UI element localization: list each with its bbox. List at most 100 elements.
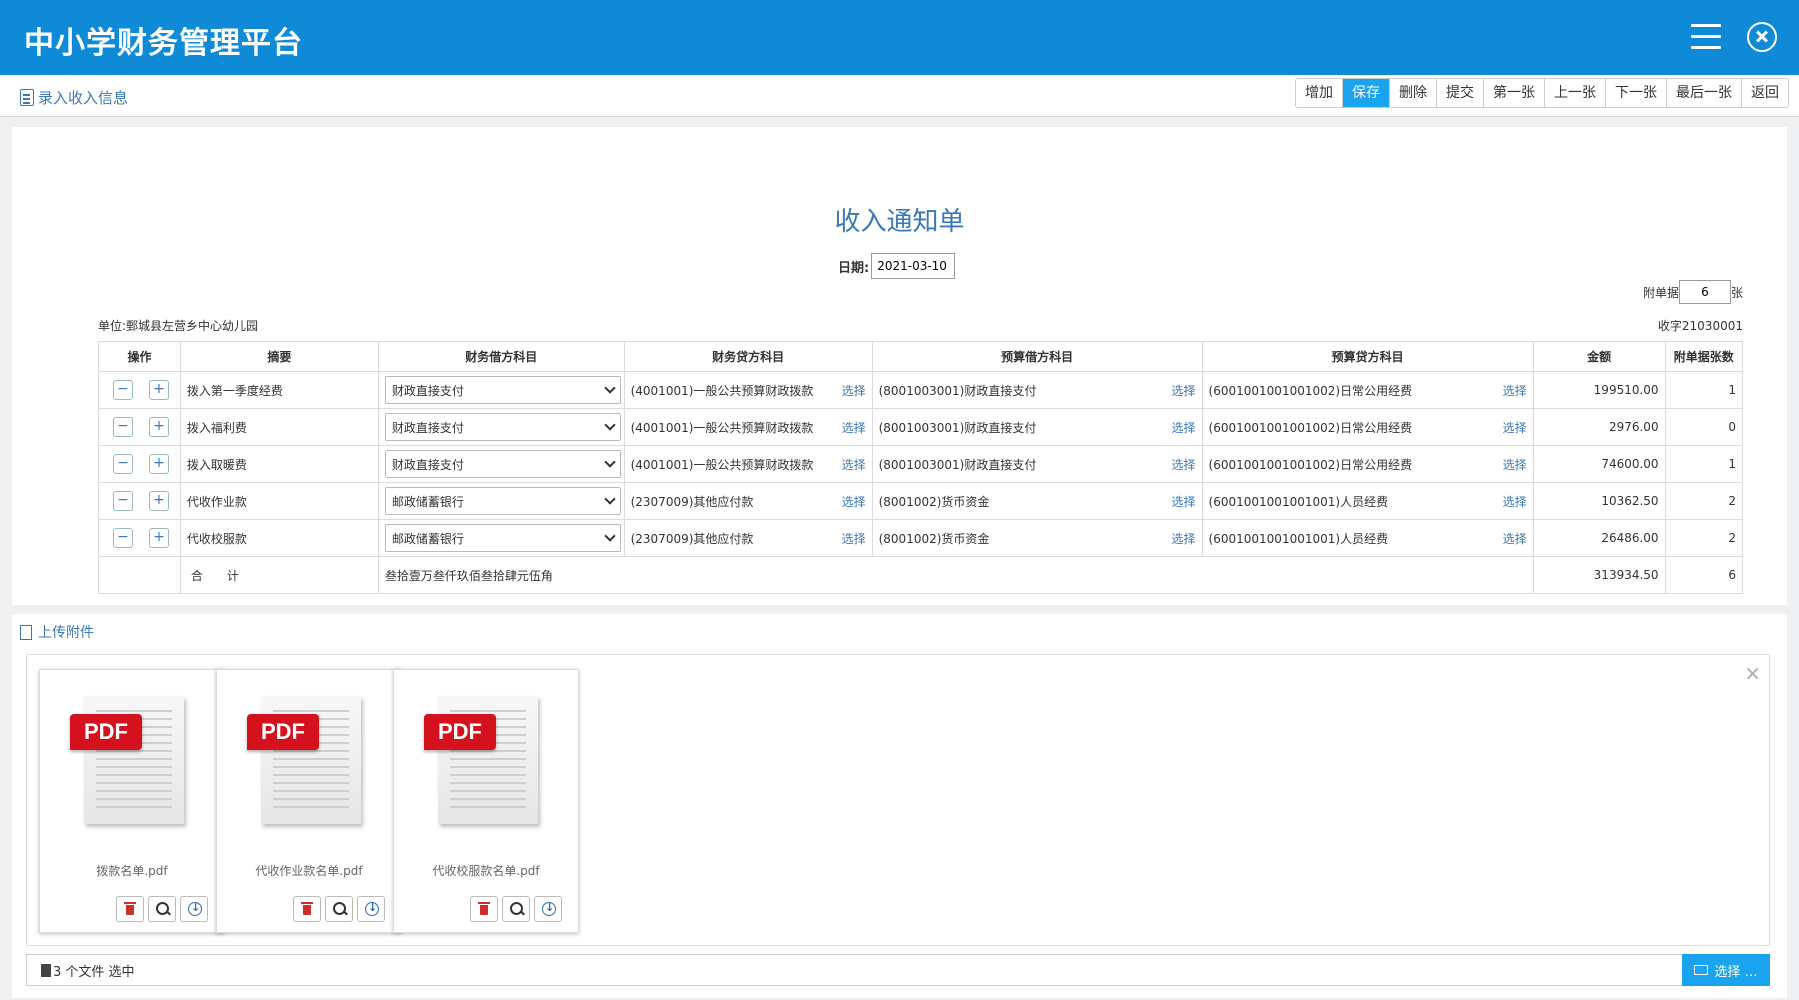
budget-debit-pick-link[interactable]: 选择 <box>1172 456 1196 473</box>
finance-debit-select[interactable]: 邮政储蓄银行 <box>384 524 621 552</box>
finance-credit-value: (2307009)其他应付款 <box>630 531 754 546</box>
toolbar-button-8[interactable]: 返回 <box>1742 79 1788 107</box>
browse-files-button[interactable]: 选择 … <box>1682 954 1770 986</box>
finance-credit-value: (4001001)一般公共预算财政拨款 <box>630 383 814 398</box>
add-row-button[interactable]: + <box>149 528 169 548</box>
finance-debit-value: 财政直接支付 <box>391 457 464 472</box>
summary-cell[interactable]: 拨入第一季度经费 <box>179 371 379 409</box>
remove-row-button[interactable]: − <box>113 491 133 511</box>
finance-credit-pick-link[interactable]: 选择 <box>842 382 866 399</box>
form-title: 收入通知单 <box>834 207 965 237</box>
table-header-row: 操作 摘要 财务借方科目 财务贷方科目 预算借方科目 预算贷方科目 金额 附单据… <box>98 341 1744 372</box>
toolbar-button-5[interactable]: 上一张 <box>1545 79 1606 107</box>
finance-credit-pick-link[interactable]: 选择 <box>842 530 866 547</box>
file-preview-zone[interactable]: × PDF 拨款名单.pdf PDF 代收作业款名单.pdf PDF 代收校服款名单.pd… <box>26 654 1770 946</box>
attachment-unit: 张 <box>1730 285 1743 300</box>
header-operation: 操作 <box>98 341 181 372</box>
zoom-preview-icon[interactable] <box>148 896 176 922</box>
total-amount-words: 叁拾壹万叁仟玖佰叁拾肆元伍角 <box>377 556 1534 594</box>
toolbar-button-1[interactable]: 保存 <box>1343 79 1390 107</box>
finance-debit-select[interactable]: 财政直接支付 <box>384 413 621 441</box>
action-button-group: 增加 保存 删除 提交 第一张 上一张 下一张 最后一张 返回 <box>1295 78 1789 108</box>
summary-cell[interactable]: 拨入福利费 <box>179 408 379 446</box>
budget-credit-pick-link[interactable]: 选择 <box>1503 493 1527 510</box>
budget-debit-pick-link[interactable]: 选择 <box>1172 419 1196 436</box>
chevron-down-icon <box>604 382 616 394</box>
budget-credit-pick-link[interactable]: 选择 <box>1503 456 1527 473</box>
add-row-button[interactable]: + <box>149 491 169 511</box>
toolbar-button-6[interactable]: 下一张 <box>1606 79 1667 107</box>
file-preview-card[interactable]: PDF 拨款名单.pdf <box>39 669 225 933</box>
operation-cell: − + <box>98 445 181 483</box>
finance-debit-value: 邮政储蓄银行 <box>391 494 464 509</box>
attachment-count-cell[interactable]: 2 <box>1664 519 1744 557</box>
toolbar-button-3[interactable]: 提交 <box>1437 79 1484 107</box>
amount-cell[interactable]: 26486.00 <box>1532 519 1666 557</box>
amount-cell[interactable]: 199510.00 <box>1532 371 1666 409</box>
finance-debit-select[interactable]: 财政直接支付 <box>384 376 621 404</box>
download-file-icon[interactable] <box>534 896 562 922</box>
download-file-icon[interactable] <box>180 896 208 922</box>
finance-credit-pick-link[interactable]: 选择 <box>842 456 866 473</box>
file-name: 代收作业款名单.pdf <box>255 864 363 878</box>
zoom-preview-icon[interactable] <box>325 896 353 922</box>
budget-credit-pick-link[interactable]: 选择 <box>1503 419 1527 436</box>
toolbar-button-0[interactable]: 增加 <box>1296 79 1343 107</box>
add-row-button[interactable]: + <box>149 380 169 400</box>
zoom-preview-icon[interactable] <box>502 896 530 922</box>
amount-cell[interactable]: 10362.50 <box>1532 482 1666 520</box>
file-preview-card[interactable]: PDF 代收作业款名单.pdf <box>216 669 402 933</box>
folder-open-icon <box>1694 965 1709 975</box>
finance-credit-pick-link[interactable]: 选择 <box>842 493 866 510</box>
attachment-count-cell[interactable]: 1 <box>1664 445 1744 483</box>
summary-cell[interactable]: 代收校服款 <box>179 519 379 557</box>
finance-debit-cell: 财政直接支付 <box>377 371 625 409</box>
file-name: 代收校服款名单.pdf <box>432 864 540 878</box>
summary-cell[interactable]: 代收作业款 <box>179 482 379 520</box>
amount-cell[interactable]: 2976.00 <box>1532 408 1666 446</box>
budget-debit-cell: (8001003001)财政直接支付 选择 <box>871 371 1203 409</box>
budget-credit-pick-link[interactable]: 选择 <box>1503 382 1527 399</box>
download-file-icon[interactable] <box>357 896 385 922</box>
header-attachment-count: 附单据张数 <box>1664 341 1744 372</box>
attachment-count-cell[interactable]: 2 <box>1664 482 1744 520</box>
budget-debit-pick-link[interactable]: 选择 <box>1172 493 1196 510</box>
breadcrumb: 录入收入信息 <box>20 87 128 108</box>
chevron-down-icon <box>604 456 616 468</box>
toolbar-button-4[interactable]: 第一张 <box>1484 79 1545 107</box>
total-empty-cell <box>98 556 181 594</box>
budget-credit-pick-link[interactable]: 选择 <box>1503 530 1527 547</box>
summary-cell[interactable]: 拨入取暖费 <box>179 445 379 483</box>
attachment-count-cell[interactable]: 0 <box>1664 408 1744 446</box>
toolbar-button-2[interactable]: 删除 <box>1390 79 1437 107</box>
delete-file-icon[interactable] <box>116 896 144 922</box>
file-status: 3 个文件 选中 <box>53 964 135 980</box>
file-preview-card[interactable]: PDF 代收校服款名单.pdf <box>393 669 579 933</box>
budget-debit-pick-link[interactable]: 选择 <box>1172 382 1196 399</box>
amount-cell[interactable]: 74600.00 <box>1532 445 1666 483</box>
finance-credit-cell: (4001001)一般公共预算财政拨款 选择 <box>623 408 873 446</box>
delete-file-icon[interactable] <box>293 896 321 922</box>
finance-credit-cell: (4001001)一般公共预算财政拨款 选择 <box>623 371 873 409</box>
hamburger-menu-icon[interactable] <box>1691 24 1721 50</box>
budget-debit-pick-link[interactable]: 选择 <box>1172 530 1196 547</box>
toolbar-button-7[interactable]: 最后一张 <box>1667 79 1742 107</box>
chevron-down-icon <box>604 493 616 505</box>
remove-row-button[interactable]: − <box>113 454 133 474</box>
finance-debit-select[interactable]: 财政直接支付 <box>384 450 621 478</box>
finance-debit-select[interactable]: 邮政储蓄银行 <box>384 487 621 515</box>
add-row-button[interactable]: + <box>149 417 169 437</box>
date-input[interactable] <box>871 253 956 279</box>
attachment-count-cell[interactable]: 1 <box>1664 371 1744 409</box>
finance-credit-pick-link[interactable]: 选择 <box>842 419 866 436</box>
close-circle-icon[interactable] <box>1747 22 1777 52</box>
remove-row-button[interactable]: − <box>113 380 133 400</box>
add-row-button[interactable]: + <box>149 454 169 474</box>
remove-row-button[interactable]: − <box>113 417 133 437</box>
voucher-table: 操作 摘要 财务借方科目 财务贷方科目 预算借方科目 预算贷方科目 金额 附单据… <box>98 341 1744 594</box>
delete-file-icon[interactable] <box>470 896 498 922</box>
remove-row-button[interactable]: − <box>113 528 133 548</box>
attachment-count-input[interactable] <box>1678 280 1731 304</box>
table-row: − + 拨入第一季度经费 财政直接支付 (4001001)一般公共预算财政拨款 选择 (80… <box>98 371 1744 409</box>
clear-files-icon[interactable]: × <box>1744 661 1761 685</box>
